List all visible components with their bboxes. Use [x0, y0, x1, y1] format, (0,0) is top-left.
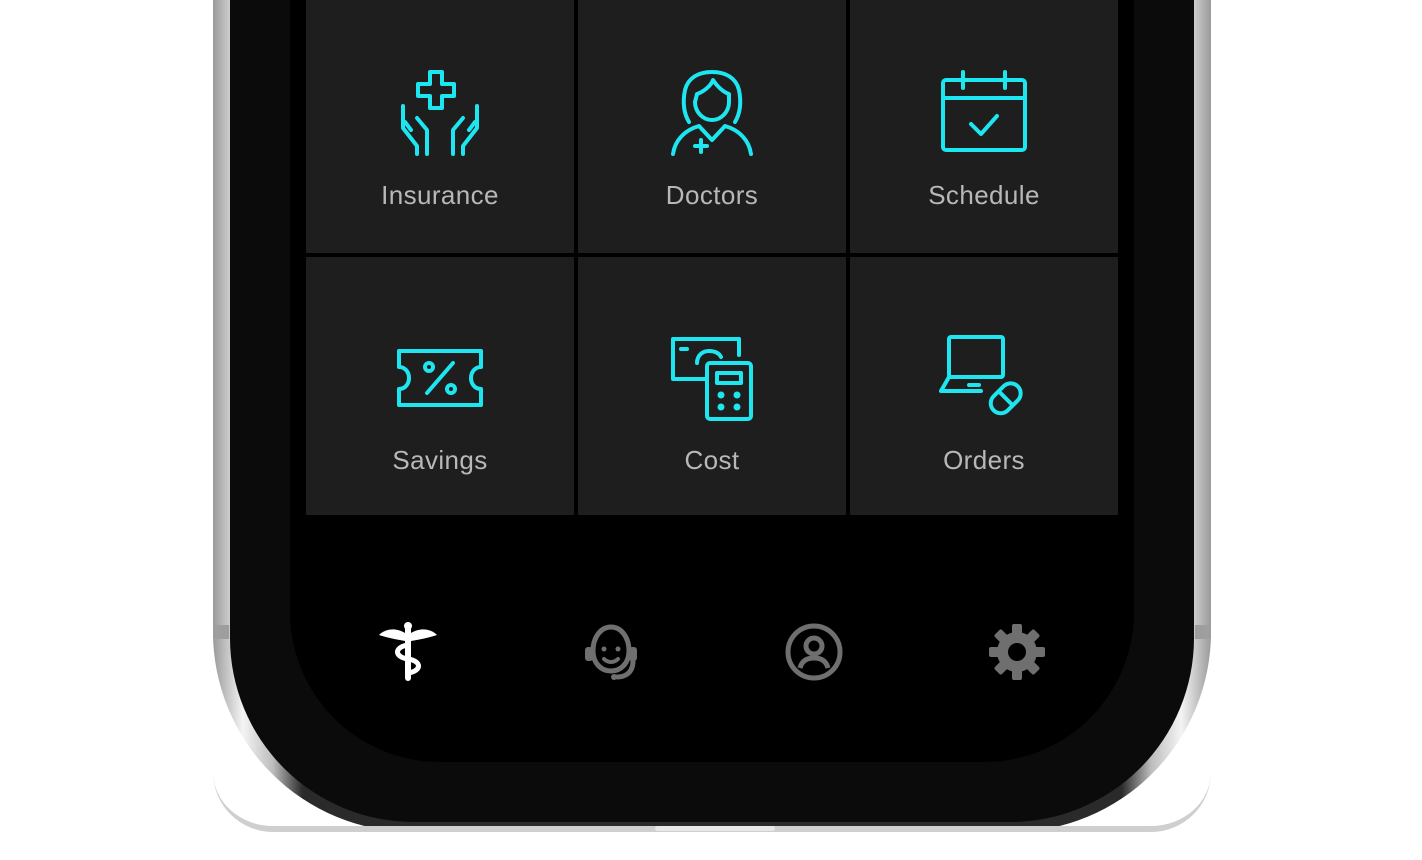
tile-cost[interactable]: Cost — [578, 257, 846, 515]
service-grid: Insurance Doctors Schedule Savings Cost … — [306, 0, 1119, 516]
percent-ticket-icon — [397, 349, 483, 407]
cash-calculator-icon — [671, 337, 753, 421]
nav-medical[interactable] — [368, 612, 448, 692]
gear-icon — [989, 624, 1046, 680]
support-agent-icon — [584, 624, 637, 680]
calendar-check-icon — [941, 70, 1027, 152]
tile-savings[interactable]: Savings — [306, 257, 574, 515]
caduceus-icon — [378, 622, 437, 681]
nav-profile[interactable] — [774, 612, 854, 692]
nav-settings[interactable] — [977, 612, 1057, 692]
profile-icon — [785, 623, 843, 681]
frame-bottom-highlight — [655, 826, 775, 831]
tile-label: Cost — [684, 445, 740, 475]
insurance-hands-cross-icon — [401, 70, 479, 156]
tile-label: Doctors — [665, 180, 759, 210]
bottom-nav — [306, 610, 1119, 694]
tile-label: Orders — [943, 445, 1025, 475]
tile-label: Schedule — [928, 180, 1040, 210]
tile-insurance[interactable]: Insurance — [306, 0, 574, 253]
tile-doctors[interactable]: Doctors — [578, 0, 846, 253]
side-button-left — [213, 625, 229, 639]
nav-support[interactable] — [571, 612, 651, 692]
tile-label: Savings — [392, 445, 488, 475]
tile-label: Insurance — [381, 180, 499, 210]
side-button-right — [1195, 625, 1211, 639]
doctor-icon — [671, 70, 753, 156]
tile-orders[interactable]: Orders — [850, 257, 1118, 515]
tile-schedule[interactable]: Schedule — [850, 0, 1118, 253]
laptop-pill-icon — [939, 335, 1023, 416]
